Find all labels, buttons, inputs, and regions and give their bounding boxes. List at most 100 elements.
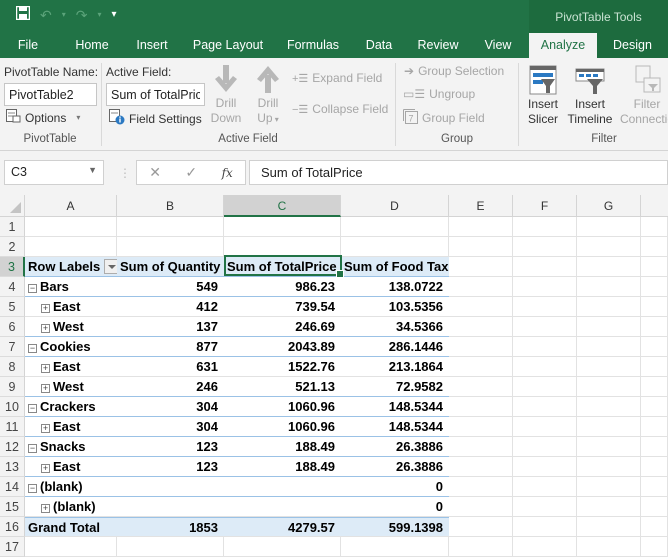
empty-cell[interactable]: [25, 537, 117, 557]
empty-cell[interactable]: [117, 237, 224, 257]
empty-cell[interactable]: [449, 357, 513, 377]
row-header[interactable]: 8: [0, 357, 25, 377]
name-box-dropdown-icon[interactable]: ▼: [88, 165, 97, 175]
empty-cell[interactable]: [513, 317, 577, 337]
empty-cell[interactable]: [641, 217, 668, 237]
empty-cell[interactable]: [449, 437, 513, 457]
empty-cell[interactable]: [641, 357, 668, 377]
pivot-header-row-labels[interactable]: Row Labels: [25, 257, 120, 277]
pivot-value-cell[interactable]: 986.23: [224, 277, 341, 297]
empty-cell[interactable]: [641, 377, 668, 397]
pivottable-name-input[interactable]: [4, 83, 97, 106]
empty-cell[interactable]: [641, 277, 668, 297]
pivot-row-label[interactable]: − Snacks: [25, 437, 117, 457]
empty-cell[interactable]: [641, 497, 668, 517]
pivot-value-cell[interactable]: 0: [341, 497, 449, 517]
empty-cell[interactable]: [449, 297, 513, 317]
empty-cell[interactable]: [513, 397, 577, 417]
tab-design[interactable]: Design: [597, 33, 668, 58]
empty-cell[interactable]: [25, 237, 117, 257]
empty-cell[interactable]: [577, 397, 641, 417]
empty-cell[interactable]: [577, 377, 641, 397]
empty-cell[interactable]: [641, 237, 668, 257]
empty-cell[interactable]: [641, 537, 668, 557]
pivot-header-cell[interactable]: Sum of TotalPrice: [224, 257, 341, 277]
row-header[interactable]: 5: [0, 297, 25, 317]
empty-cell[interactable]: [449, 237, 513, 257]
empty-cell[interactable]: [449, 417, 513, 437]
pivot-row-label[interactable]: + West: [25, 317, 117, 337]
collapse-toggle-icon[interactable]: −: [28, 484, 37, 493]
empty-cell[interactable]: [449, 537, 513, 557]
tab-review[interactable]: Review: [412, 33, 464, 58]
empty-cell[interactable]: [449, 517, 513, 537]
expand-toggle-icon[interactable]: +: [41, 424, 50, 433]
row-header[interactable]: 10: [0, 397, 25, 417]
column-header-e[interactable]: E: [449, 195, 513, 217]
empty-cell[interactable]: [513, 277, 577, 297]
empty-cell[interactable]: [449, 217, 513, 237]
pivot-value-cell[interactable]: 188.49: [224, 437, 341, 457]
empty-cell[interactable]: [641, 297, 668, 317]
name-box[interactable]: C3 ▼: [4, 160, 104, 185]
pivot-value-cell[interactable]: [117, 497, 224, 517]
empty-cell[interactable]: [577, 477, 641, 497]
pivot-value-cell[interactable]: [117, 477, 224, 497]
empty-cell[interactable]: [449, 397, 513, 417]
pivot-value-cell[interactable]: 0: [341, 477, 449, 497]
formula-bar-grip[interactable]: ⋮: [119, 166, 131, 180]
pivot-row-label[interactable]: − Bars: [25, 277, 117, 297]
pivot-row-label[interactable]: − Crackers: [25, 397, 117, 417]
empty-cell[interactable]: [513, 377, 577, 397]
group-selection-button[interactable]: ➔ Group Selection: [404, 64, 504, 78]
empty-cell[interactable]: [513, 217, 577, 237]
pivot-value-cell[interactable]: [224, 497, 341, 517]
pivot-value-cell[interactable]: 286.1446: [341, 337, 449, 357]
empty-cell[interactable]: [513, 417, 577, 437]
column-header-h[interactable]: [641, 195, 668, 217]
undo-icon[interactable]: ↶: [40, 5, 52, 25]
pivot-row-label[interactable]: + East: [25, 357, 117, 377]
empty-cell[interactable]: [224, 217, 341, 237]
empty-cell[interactable]: [577, 317, 641, 337]
empty-cell[interactable]: [513, 457, 577, 477]
pivot-value-cell[interactable]: 549: [117, 277, 224, 297]
pivot-value-cell[interactable]: 739.54: [224, 297, 341, 317]
empty-cell[interactable]: [449, 497, 513, 517]
ungroup-button[interactable]: ▭☰ Ungroup: [403, 87, 475, 101]
pivot-row-label[interactable]: − (blank): [25, 477, 117, 497]
pivot-value-cell[interactable]: 26.3886: [341, 457, 449, 477]
empty-cell[interactable]: [641, 417, 668, 437]
pivot-value-cell[interactable]: 1060.96: [224, 397, 341, 417]
empty-cell[interactable]: [577, 537, 641, 557]
expand-toggle-icon[interactable]: +: [41, 364, 50, 373]
pivot-value-cell[interactable]: 26.3886: [341, 437, 449, 457]
column-header-c[interactable]: C: [224, 195, 341, 217]
empty-cell[interactable]: [513, 437, 577, 457]
row-header[interactable]: 17: [0, 537, 25, 557]
pivot-value-cell[interactable]: 412: [117, 297, 224, 317]
row-header[interactable]: 12: [0, 437, 25, 457]
collapse-toggle-icon[interactable]: −: [28, 344, 37, 353]
row-header[interactable]: 11: [0, 417, 25, 437]
empty-cell[interactable]: [224, 537, 341, 557]
pivot-value-cell[interactable]: 1060.96: [224, 417, 341, 437]
pivot-value-cell[interactable]: 1522.76: [224, 357, 341, 377]
select-all-button[interactable]: [0, 195, 25, 217]
pivot-row-label[interactable]: − Cookies: [25, 337, 117, 357]
pivot-value-cell[interactable]: 138.0722: [341, 277, 449, 297]
empty-cell[interactable]: [117, 217, 224, 237]
tab-view[interactable]: View: [478, 33, 518, 58]
field-settings-button[interactable]: Field Settings: [109, 109, 202, 128]
pivot-row-label[interactable]: + (blank): [25, 497, 117, 517]
tab-page-layout[interactable]: Page Layout: [188, 33, 268, 58]
pivot-value-cell[interactable]: 521.13: [224, 377, 341, 397]
empty-cell[interactable]: [513, 517, 577, 537]
pivot-value-cell[interactable]: [224, 477, 341, 497]
save-icon[interactable]: [15, 5, 31, 25]
empty-cell[interactable]: [577, 237, 641, 257]
empty-cell[interactable]: [513, 337, 577, 357]
empty-cell[interactable]: [513, 497, 577, 517]
pivot-value-cell[interactable]: 72.9582: [341, 377, 449, 397]
pivot-header-cell[interactable]: Sum of Food Tax: [341, 257, 449, 277]
